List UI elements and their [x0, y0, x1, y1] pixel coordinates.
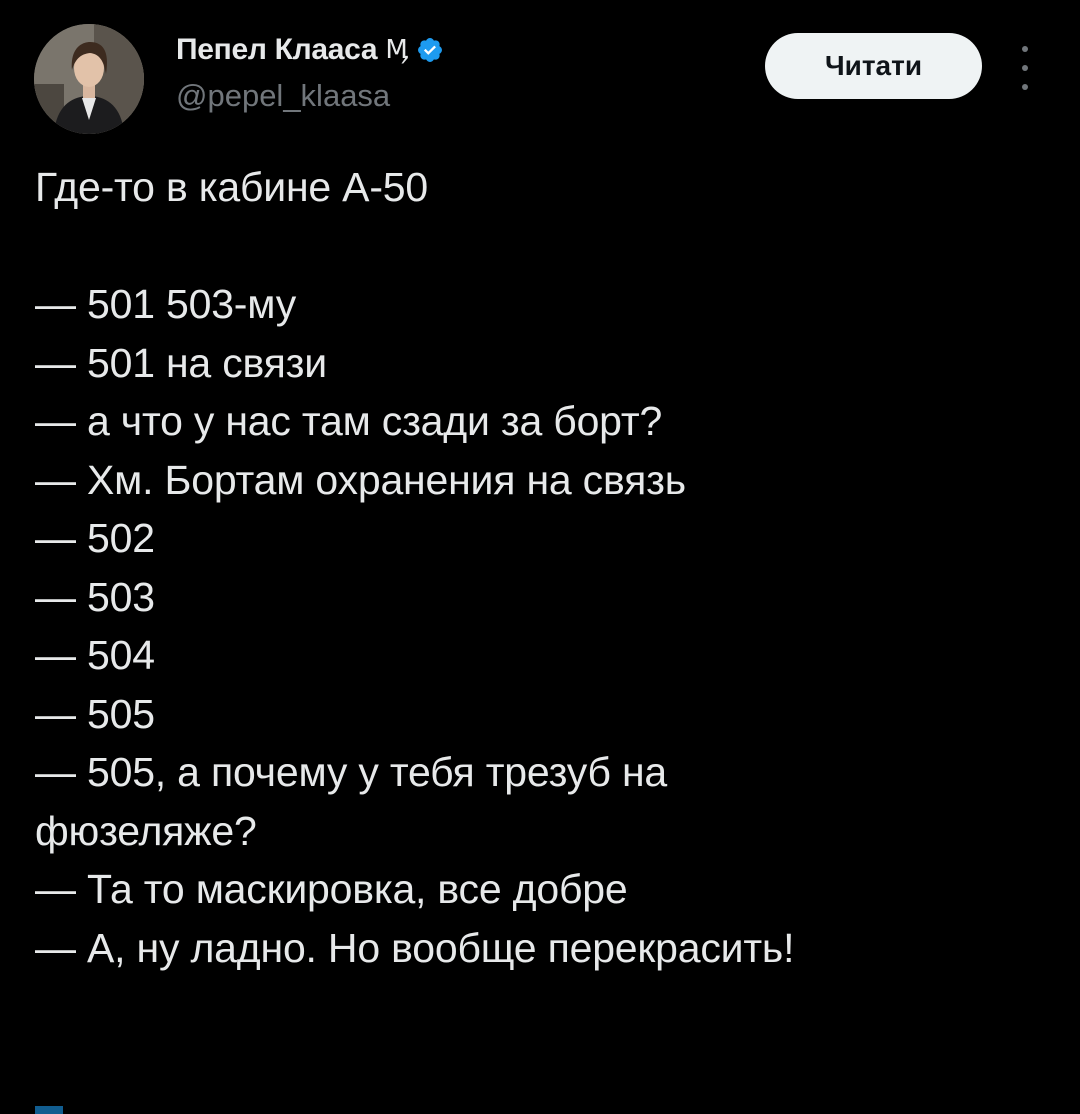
follow-button[interactable]: Читати	[765, 33, 982, 99]
tweet-header: Пепел Клааса Ӎ @pepel_klaasa Читати	[0, 0, 1080, 140]
more-dot	[1022, 46, 1028, 52]
more-vertical-icon[interactable]	[1012, 46, 1038, 90]
tweet-line: — 502	[35, 515, 155, 561]
tweet-line: — 501 на связи	[35, 339, 327, 386]
verified-badge-icon	[416, 36, 444, 64]
name-glyph: Ӎ	[385, 35, 409, 65]
more-dot	[1022, 84, 1028, 90]
author-display-name[interactable]: Пепел Клааса	[176, 33, 378, 67]
tweet-line: — 501 503-му	[35, 281, 296, 327]
tweet-line: Где-то в кабине А-50	[35, 164, 428, 210]
tweet-line: — А, ну ладно. Но вообще перекрасить!	[35, 924, 795, 971]
cropped-content-edge	[35, 1106, 63, 1114]
tweet-body: Где-то в кабине А-50 — 501 503-му — 501 …	[35, 158, 1045, 977]
tweet-line: — 504	[35, 632, 155, 678]
tweet-line: — Та то маскировка, все добре	[35, 866, 628, 912]
tweet-line: фюзеляже?	[35, 807, 257, 854]
avatar[interactable]	[34, 24, 144, 134]
author-name-row[interactable]: Пепел Клааса Ӎ	[176, 30, 444, 70]
more-dot	[1022, 65, 1028, 71]
author-handle[interactable]: @pepel_klaasa	[176, 78, 390, 114]
tweet-line: — 505, а почему у тебя трезуб на	[35, 749, 668, 795]
tweet-line: — 505	[35, 690, 155, 737]
tweet-line: — а что у нас там сзади за борт?	[35, 398, 663, 444]
tweet-line: — Хм. Бортам охранения на связь	[35, 456, 686, 503]
avatar-photo	[34, 24, 144, 134]
tweet-line: — 503	[35, 573, 155, 620]
